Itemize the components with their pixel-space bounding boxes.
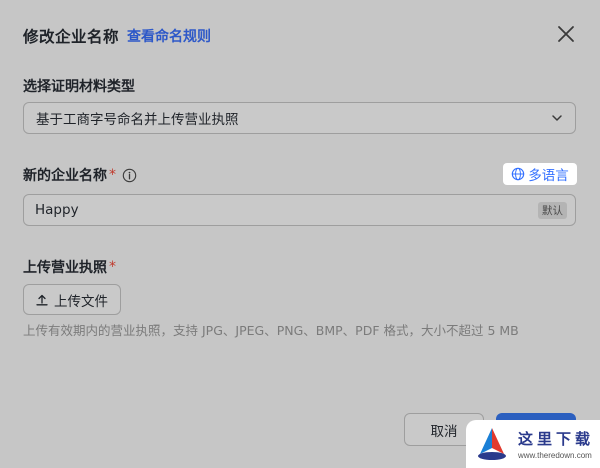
material-type-label-text: 选择证明材料类型 — [23, 79, 135, 95]
upload-file-button[interactable]: 上传文件 — [23, 284, 121, 315]
upload-icon — [36, 294, 48, 305]
required-mark: * — [109, 259, 116, 275]
license-label-text: 上传营业执照 — [23, 260, 107, 276]
naming-rules-link[interactable]: 查看命名规则 — [127, 26, 211, 46]
edit-company-name-dialog: 修改企业名称 查看命名规则 选择证明材料类型 基于工商字号命名并上传营业执照 新… — [0, 0, 600, 468]
chevron-down-icon — [551, 112, 563, 124]
globe-icon — [511, 167, 525, 181]
upload-hint: 上传有效期内的营业执照，支持 JPG、JPEG、PNG、BMP、PDF 格式，大… — [23, 323, 519, 338]
multi-language-label: 多语言 — [528, 168, 569, 184]
material-type-select[interactable]: 基于工商字号命名并上传营业执照 — [23, 102, 576, 134]
material-type-selected-value: 基于工商字号命名并上传营业执照 — [36, 112, 239, 128]
close-icon[interactable] — [555, 23, 577, 45]
watermark-cn: 这里下载 — [518, 430, 595, 448]
dialog-header: 修改企业名称 查看命名规则 — [23, 24, 577, 48]
dialog-title: 修改企业名称 — [23, 28, 120, 46]
default-badge: 默认 — [538, 202, 567, 219]
watermark-text: 这里下载 www.theredown.com — [518, 428, 594, 460]
cancel-label: 取消 — [430, 423, 458, 440]
company-name-label-text: 新的企业名称 — [23, 168, 107, 184]
company-name-label: 新的企业名称 * — [23, 165, 137, 185]
multi-language-button[interactable]: 多语言 — [503, 163, 577, 185]
watermark-url: www.theredown.com — [518, 451, 592, 460]
company-name-value: Happy — [35, 202, 79, 218]
watermark-logo-icon — [478, 428, 506, 460]
watermark: 这里下载 www.theredown.com — [466, 420, 600, 468]
company-name-input[interactable]: Happy 默认 — [23, 194, 576, 226]
material-type-label: 选择证明材料类型 — [23, 76, 135, 96]
upload-file-label: 上传文件 — [54, 293, 108, 310]
required-mark: * — [109, 167, 116, 183]
info-icon[interactable] — [122, 168, 137, 183]
license-label: 上传营业执照 * — [23, 257, 116, 277]
